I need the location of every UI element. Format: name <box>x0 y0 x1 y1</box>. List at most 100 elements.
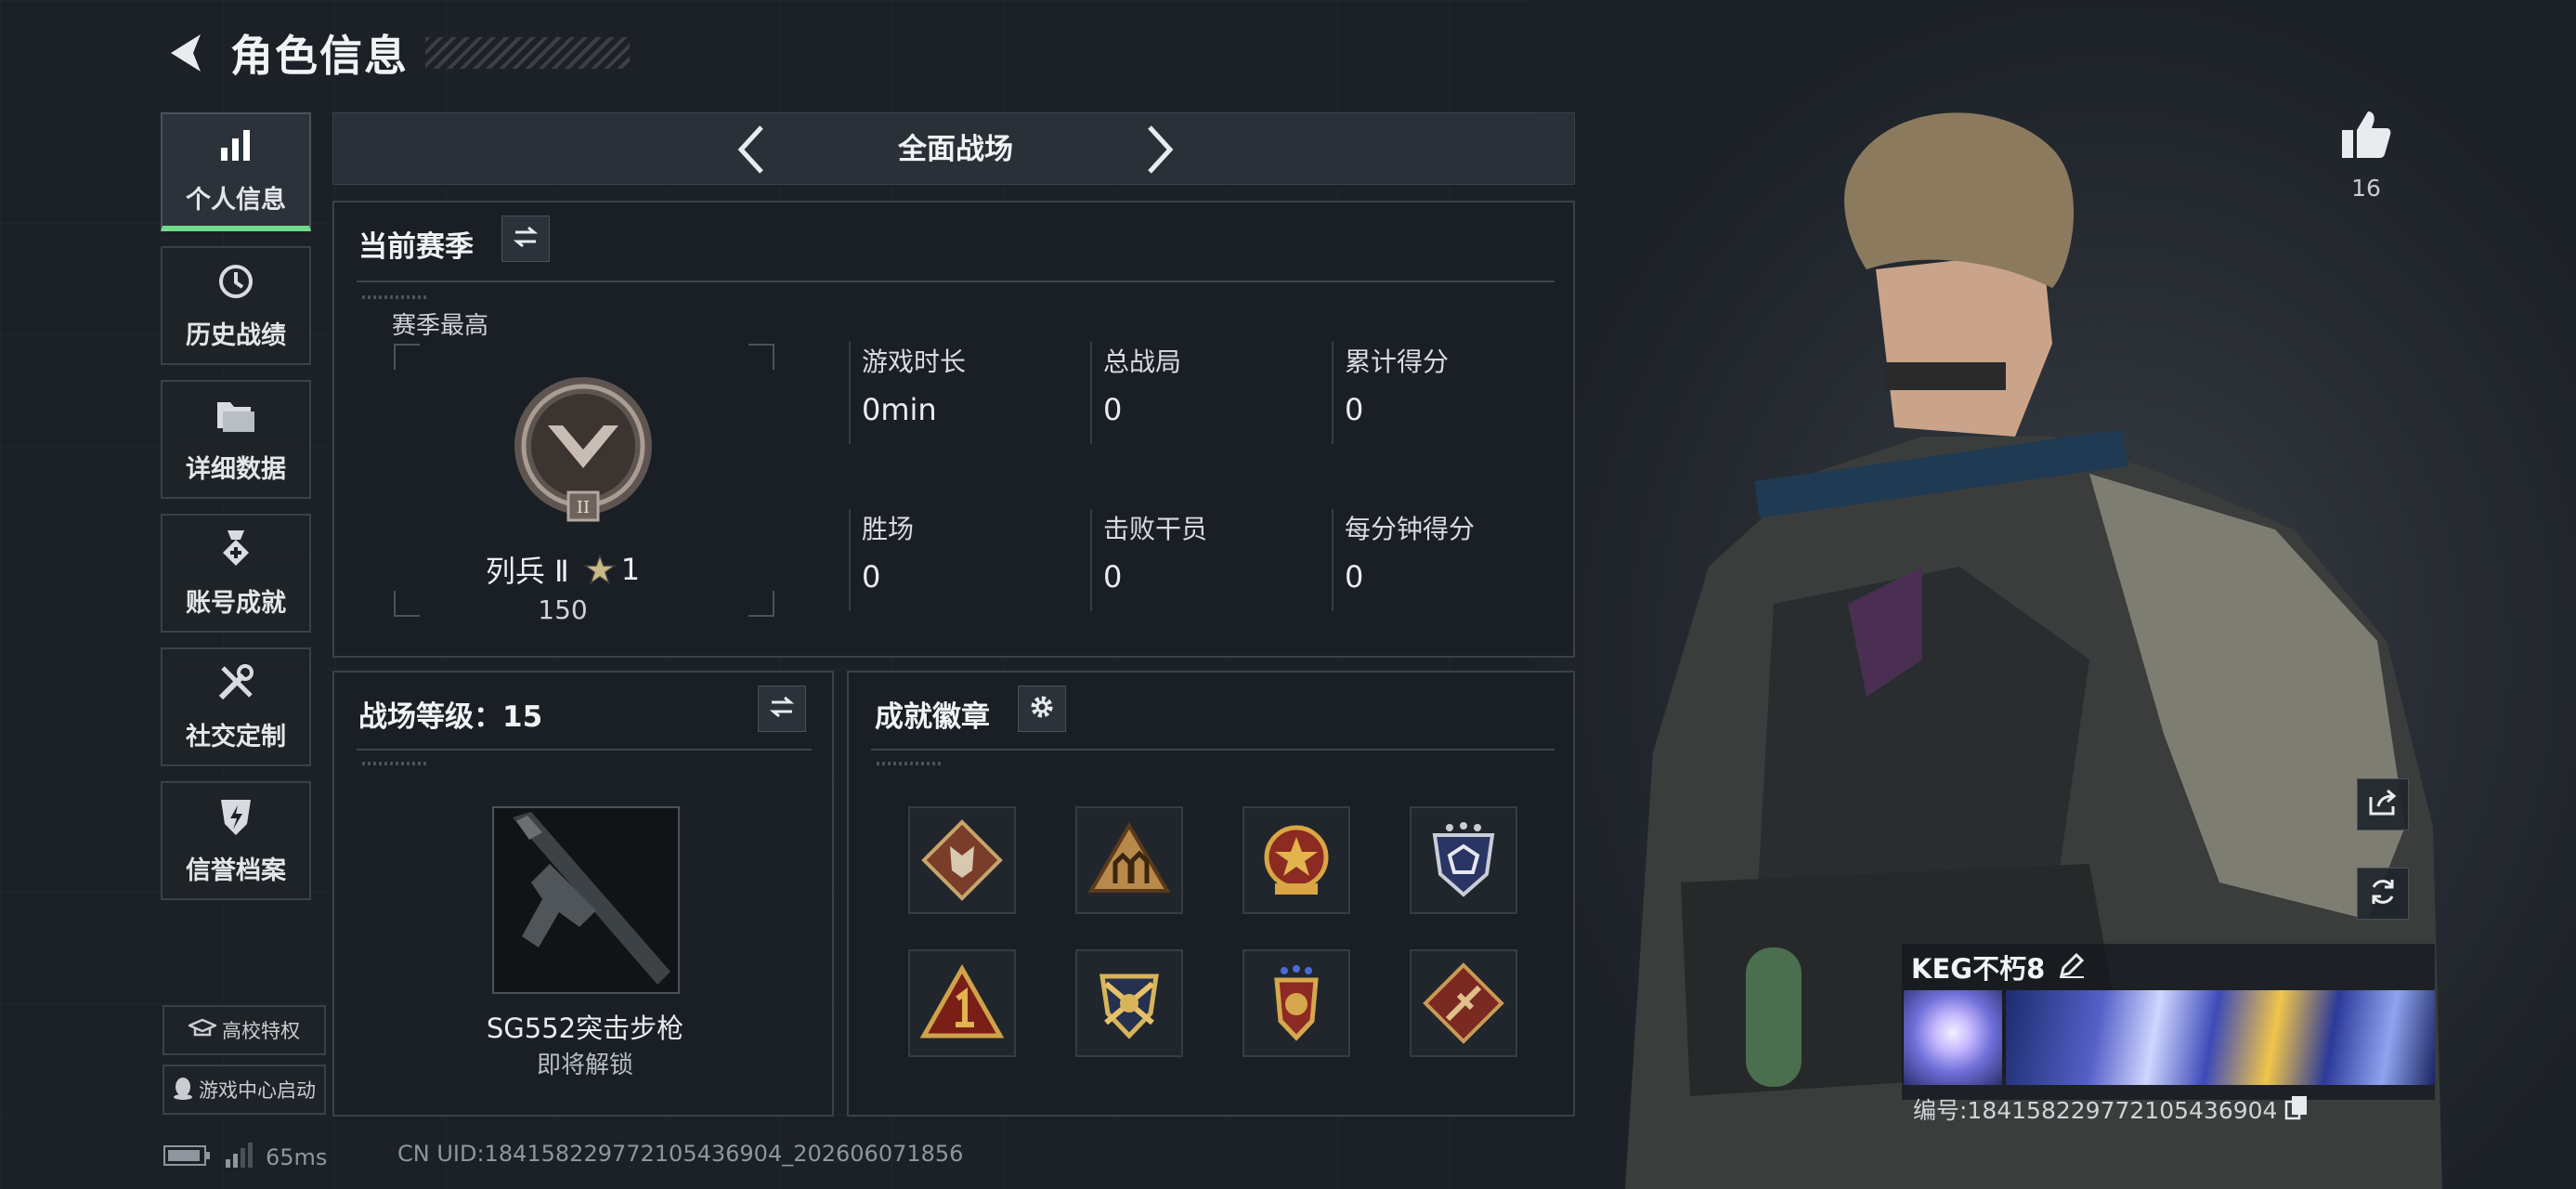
rifle-icon <box>494 812 678 996</box>
stat-label: 总战局 <box>1103 346 1182 377</box>
sidebar-item-label: 历史战绩 <box>186 320 286 350</box>
weapon-name: SG552突击步枪 <box>486 1013 684 1044</box>
history-clock-icon <box>215 261 256 302</box>
stat-value: 0min <box>862 392 937 427</box>
sidebar-nav: 个人信息 历史战绩 详细数据 账号成就 社交定制 信誉档案 <box>161 112 313 915</box>
campus-privilege-label: 高校特权 <box>222 1020 300 1042</box>
season-switch-button[interactable] <box>501 216 550 262</box>
stat-value: 0 <box>862 559 881 594</box>
stat-total-score: 累计得分 0 <box>1332 342 1564 444</box>
page-title: 角色信息 <box>230 31 409 81</box>
stat-value: 0 <box>1103 392 1123 427</box>
header: 角色信息 <box>163 20 630 85</box>
badge-slot[interactable] <box>1242 949 1350 1057</box>
back-arrow-icon[interactable] <box>163 27 208 79</box>
name-card-banner[interactable] <box>1904 990 2435 1085</box>
divider-mark <box>362 762 427 765</box>
player-id-row: 编号:18415822977210543690​4 <box>1913 1092 2309 1126</box>
sidebar-item-personal-info[interactable]: 个人信息 <box>161 112 311 231</box>
graduation-cap-icon <box>186 1018 219 1043</box>
weapon-thumbnail[interactable] <box>492 806 680 994</box>
rank-name: 列兵 Ⅱ <box>485 554 569 589</box>
sidebar-item-history[interactable]: 历史战绩 <box>161 246 311 365</box>
weapon-status: 即将解锁 <box>536 1052 633 1079</box>
like-button[interactable] <box>2340 110 2392 163</box>
sidebar-item-label: 信誉档案 <box>186 856 286 885</box>
medal-icon <box>215 529 256 569</box>
player-id: 编号:18415822977210543690​4 <box>1913 1097 2278 1124</box>
rank-points: 150 <box>538 594 588 625</box>
share-icon <box>2367 788 2399 821</box>
star-icon <box>583 555 616 584</box>
frame-corner <box>748 591 774 617</box>
sidebar-item-detailed-data[interactable]: 详细数据 <box>161 380 311 499</box>
status-bar: 65ms <box>163 1143 327 1172</box>
rank-stars: 1 <box>620 552 641 587</box>
frame-corner <box>748 344 774 370</box>
shield-stars-badge-icon <box>1432 822 1495 897</box>
frame-corner <box>394 344 420 370</box>
tools-icon <box>215 662 256 703</box>
stat-label: 游戏时长 <box>862 346 967 377</box>
stat-value: 0 <box>1345 392 1364 427</box>
stat-total-matches: 总战局 0 <box>1090 342 1322 444</box>
name-card: KEG不朽8 编号:18415822977210543690​4 <box>1902 944 2435 1124</box>
level-panel-title: 战场等级：15 <box>358 700 543 734</box>
level-divider <box>357 749 812 751</box>
copy-icon[interactable] <box>2284 1094 2309 1124</box>
sidebar-item-credit-record[interactable]: 信誉档案 <box>161 781 311 900</box>
sidebar-item-label: 详细数据 <box>186 454 286 484</box>
rank-emblem-icon: II <box>511 375 656 528</box>
number-one-badge-icon <box>920 963 1004 1039</box>
signal-icon <box>225 1143 253 1172</box>
stat-label: 胜场 <box>862 514 915 544</box>
sidebar-item-label: 个人信息 <box>186 185 286 215</box>
badges-panel-title: 成就徽章 <box>875 700 990 734</box>
stat-score-per-minute: 每分钟得分 0 <box>1332 509 1564 611</box>
winged-emblem-badge-icon <box>1274 965 1319 1041</box>
achievement-badges-panel: 成就徽章 <box>847 671 1575 1117</box>
badge-slot[interactable] <box>1075 806 1183 914</box>
frame-corner <box>394 591 420 617</box>
sidebar-item-achievements[interactable]: 账号成就 <box>161 514 311 633</box>
badge-slot[interactable] <box>908 806 1016 914</box>
campus-privilege-button[interactable]: 高校特权 <box>163 1005 326 1055</box>
divider-mark <box>362 295 427 299</box>
badge-slot[interactable] <box>1075 949 1183 1057</box>
stat-value: 0 <box>1103 559 1123 594</box>
chevron-left-icon[interactable] <box>723 123 779 176</box>
mode-label: 全面战场 <box>898 133 1013 166</box>
crossed-rifles-badge-icon <box>1099 973 1159 1039</box>
title-decoration <box>425 37 630 69</box>
badge-slot[interactable] <box>1410 949 1517 1057</box>
chevron-right-icon[interactable] <box>1132 123 1188 176</box>
game-center-launch-button[interactable]: 游戏中心启动 <box>163 1065 326 1115</box>
badge-slot[interactable] <box>908 949 1016 1057</box>
mode-selector: 全面战场 <box>332 112 1575 185</box>
divider-mark <box>877 762 942 765</box>
svg-text:II: II <box>577 498 590 517</box>
season-divider <box>357 281 1555 282</box>
rifle-diamond-badge-icon <box>1423 962 1504 1044</box>
like-count: 16 <box>2351 175 2381 202</box>
sidebar-item-social-custom[interactable]: 社交定制 <box>161 647 311 766</box>
badges-divider <box>871 749 1555 751</box>
swap-arrows-icon <box>512 225 540 253</box>
badge-slot[interactable] <box>1242 806 1350 914</box>
badge-settings-button[interactable] <box>1018 686 1066 732</box>
edit-pencil-icon[interactable] <box>2058 951 2086 983</box>
swap-arrows-icon <box>768 695 796 723</box>
battlefield-level-panel: 战场等级：15 SG552突击步枪 即将解锁 <box>332 671 834 1117</box>
qq-penguin-icon <box>173 1076 193 1104</box>
level-switch-button[interactable] <box>758 686 806 732</box>
rank-line: 列兵 Ⅱ 1 <box>423 548 702 591</box>
wolf-badge-icon <box>921 819 1003 901</box>
rotate-button[interactable] <box>2357 868 2409 920</box>
share-button[interactable] <box>2357 778 2409 830</box>
season-panel-title: 当前赛季 <box>358 230 474 264</box>
star-emblem-badge-icon <box>1264 825 1329 895</box>
ping-value: 65ms <box>266 1144 328 1170</box>
refresh-icon <box>2367 876 2399 911</box>
stat-label: 击败干员 <box>1103 514 1208 544</box>
badge-slot[interactable] <box>1410 806 1517 914</box>
